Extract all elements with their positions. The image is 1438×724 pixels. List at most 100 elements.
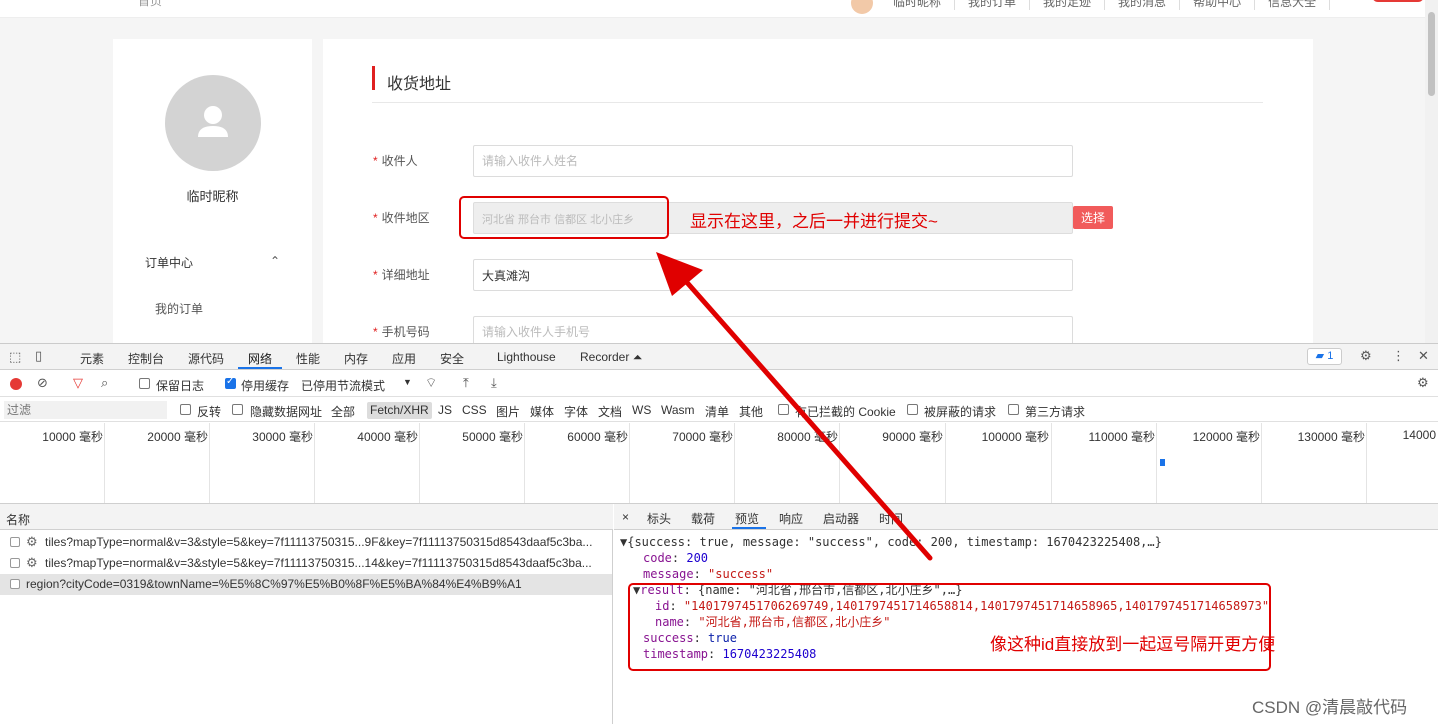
disable-cache-checkbox[interactable] xyxy=(225,376,236,389)
phone-input[interactable] xyxy=(473,316,1073,343)
type-filter-wasm[interactable]: Wasm xyxy=(661,403,695,417)
close-icon[interactable]: × xyxy=(622,510,629,524)
tab-elements[interactable]: 元素 xyxy=(80,350,104,367)
json-key: code xyxy=(643,551,672,565)
tab-memory[interactable]: 内存 xyxy=(344,350,368,367)
sidebar-menu-order-center[interactable]: 订单中心 xyxy=(145,254,193,271)
record-icon[interactable] xyxy=(10,378,22,390)
tab-lighthouse[interactable]: Lighthouse xyxy=(497,350,556,364)
blocked-cookies-checkbox[interactable] xyxy=(778,404,789,415)
web-page: 首页 临时昵称 我的订单 我的足迹 我的消息 帮助中心 信息大全 临时昵称 订单… xyxy=(0,0,1438,343)
timeline-tick: 40000 毫秒 xyxy=(315,423,420,503)
top-link-nickname[interactable]: 临时昵称 xyxy=(880,0,956,10)
timeline-tick: 14000 xyxy=(1367,423,1438,503)
top-link-help[interactable]: 帮助中心 xyxy=(1180,0,1256,10)
gear-icon[interactable]: ⚙ xyxy=(1360,348,1372,364)
gear-icon[interactable]: ⚙ xyxy=(1417,375,1429,391)
network-overview-timeline[interactable]: 10000 毫秒 20000 毫秒 30000 毫秒 40000 毫秒 5000… xyxy=(0,423,1438,504)
user-avatar-mini[interactable] xyxy=(851,0,873,14)
invert-checkbox[interactable] xyxy=(180,404,191,415)
type-filter-doc[interactable]: 文档 xyxy=(598,403,622,420)
tab-payload[interactable]: 载荷 xyxy=(691,510,715,527)
type-filter-js[interactable]: JS xyxy=(438,403,452,417)
address-input[interactable] xyxy=(473,259,1073,291)
chevron-down-icon[interactable]: ▼ xyxy=(403,377,412,387)
annotation-box-region xyxy=(459,196,669,239)
tab-security[interactable]: 安全 xyxy=(440,350,464,367)
filter-input[interactable] xyxy=(4,401,167,419)
more-options-icon[interactable]: ⋮ xyxy=(1392,348,1405,364)
tab-response[interactable]: 响应 xyxy=(779,510,803,527)
receiver-input[interactable] xyxy=(473,145,1073,177)
timeline-label: 10000 毫秒 xyxy=(42,430,103,444)
sidebar-item-my-orders[interactable]: 我的订单 xyxy=(155,300,203,317)
type-filter-media[interactable]: 媒体 xyxy=(530,403,554,420)
active-tab-indicator xyxy=(238,367,282,369)
clear-icon[interactable]: ⊘ xyxy=(37,375,48,391)
network-conditions-icon[interactable]: ⌔ xyxy=(425,375,437,391)
preserve-log-checkbox[interactable] xyxy=(139,378,150,389)
preserve-log-label: 保留日志 xyxy=(156,379,205,393)
tab-console[interactable]: 控制台 xyxy=(128,350,164,367)
tab-application[interactable]: 应用 xyxy=(392,350,416,367)
throttle-select[interactable]: 已停用节流模式 xyxy=(301,377,385,394)
timeline-label: 90000 毫秒 xyxy=(882,430,943,444)
select-region-button[interactable]: 选择 xyxy=(1073,206,1113,229)
type-filter-other[interactable]: 其他 xyxy=(739,403,763,420)
tab-network[interactable]: 网络 xyxy=(248,350,272,367)
timeline-tick: 90000 毫秒 xyxy=(840,423,946,503)
top-link-orders[interactable]: 我的订单 xyxy=(955,0,1031,10)
top-nav-bar: 首页 临时昵称 我的订单 我的足迹 我的消息 帮助中心 信息大全 xyxy=(0,0,1425,18)
request-checkbox[interactable] xyxy=(10,558,20,568)
tab-timing[interactable]: 时间 xyxy=(879,510,903,527)
tab-preview[interactable]: 预览 xyxy=(735,510,759,527)
device-toggle-icon[interactable]: ▯ xyxy=(35,348,42,364)
hide-data-urls-checkbox[interactable] xyxy=(232,404,243,415)
home-link[interactable]: 首页 xyxy=(138,0,162,9)
third-party-checkbox[interactable] xyxy=(1008,404,1019,415)
request-row[interactable]: ⚙ tiles?mapType=normal&v=3&style=5&key=7… xyxy=(0,532,612,553)
type-filter-manifest[interactable]: 清单 xyxy=(705,403,729,420)
type-filter-img[interactable]: 图片 xyxy=(496,403,520,420)
request-checkbox[interactable] xyxy=(10,537,20,547)
request-row-selected[interactable]: region?cityCode=0319&townName=%E5%8C%97%… xyxy=(0,574,612,595)
timeline-tick: 60000 毫秒 xyxy=(525,423,630,503)
request-row[interactable]: ⚙ tiles?mapType=normal&v=3&style=5&key=7… xyxy=(0,553,612,574)
blocked-requests-checkbox[interactable] xyxy=(907,404,918,415)
top-link-footprint[interactable]: 我的足迹 xyxy=(1030,0,1106,10)
inspect-element-icon[interactable]: ⬚ xyxy=(9,349,21,365)
type-filter-css[interactable]: CSS xyxy=(462,403,487,417)
type-filter-ws[interactable]: WS xyxy=(632,403,651,417)
message-badge[interactable]: ▰ 1 xyxy=(1307,348,1342,365)
type-filter-font[interactable]: 字体 xyxy=(564,403,588,420)
search-icon[interactable]: ⌕ xyxy=(101,375,108,391)
top-link-info[interactable]: 信息大全 xyxy=(1255,0,1331,10)
tab-initiator[interactable]: 启动器 xyxy=(823,510,859,527)
top-red-button[interactable] xyxy=(1372,0,1424,2)
gear-icon: ⚙ xyxy=(26,555,38,570)
json-root-line[interactable]: ▼{success: true, message: "success", cod… xyxy=(620,534,1162,550)
tab-headers[interactable]: 标头 xyxy=(647,510,671,527)
address-form-panel: 收货地址 *收件人 *收件地区 河北省 邢台市 信都区 北小庄乡 选择 *详细地… xyxy=(323,39,1313,343)
request-name: tiles?mapType=normal&v=3&style=5&key=7f1… xyxy=(45,556,592,570)
top-link-messages[interactable]: 我的消息 xyxy=(1105,0,1181,10)
filter-icon[interactable]: ▽ xyxy=(73,375,83,391)
tab-recorder[interactable]: Recorder ⏶ xyxy=(580,350,642,365)
tab-performance[interactable]: 性能 xyxy=(296,350,320,367)
page-scrollbar[interactable] xyxy=(1425,0,1438,343)
name-column-header[interactable]: 名称 xyxy=(6,511,30,528)
tab-sources[interactable]: 源代码 xyxy=(188,350,224,367)
request-checkbox[interactable] xyxy=(10,579,20,589)
export-har-icon[interactable]: ⤓ xyxy=(491,375,497,391)
chevron-up-icon[interactable]: ⌃ xyxy=(270,254,280,268)
type-filter-all[interactable]: 全部 xyxy=(331,403,355,420)
page-scrollbar-thumb[interactable] xyxy=(1428,12,1435,96)
required-mark: * xyxy=(373,154,378,168)
type-filter-fetch-xhr[interactable]: Fetch/XHR xyxy=(367,402,432,419)
timeline-tick: 50000 毫秒 xyxy=(420,423,525,503)
avatar[interactable] xyxy=(165,75,261,171)
close-icon[interactable]: ✕ xyxy=(1418,348,1429,364)
import-har-icon[interactable]: ⤒ xyxy=(463,375,469,391)
disable-cache-label: 停用缓存 xyxy=(241,379,290,393)
timeline-label: 110000 毫秒 xyxy=(1088,430,1156,444)
